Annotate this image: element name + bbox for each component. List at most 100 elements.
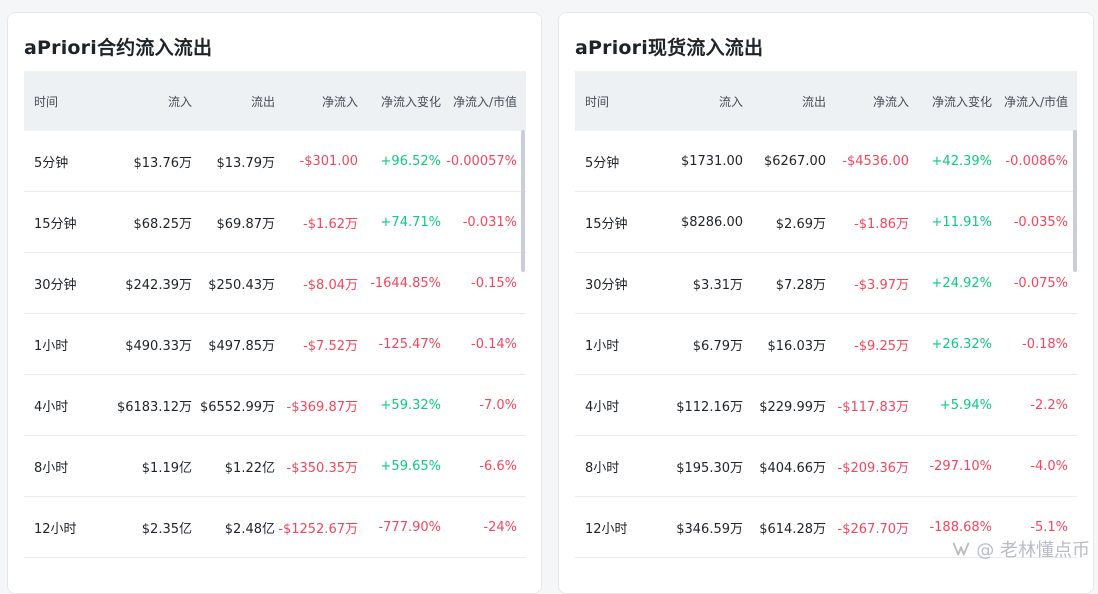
cell-time: 4小时 [585, 399, 620, 415]
table-row[interactable]: 30分钟 $242.39万 $250.43万 -$8.04万 -1644.85% -0.1… [24, 253, 526, 314]
cell-net-inflow-mcap: -5.1% [1030, 519, 1068, 535]
cell-time: 5分钟 [34, 155, 69, 171]
header-inflow[interactable]: 流入 [659, 93, 743, 110]
cell-net-inflow-mcap: -0.14% [471, 336, 517, 352]
cell-net-inflow-change: -188.68% [929, 519, 992, 535]
cell-outflow: $497.85万 [208, 338, 275, 354]
cell-net-inflow-change: +59.65% [380, 458, 441, 474]
table-row[interactable]: 4小时 $112.16万 $229.99万 -$117.83万 +5.94% -2.2% [575, 375, 1077, 436]
table-row[interactable]: 15分钟 $8286.00 $2.69万 -$1.86万 +11.91% -0.035% [575, 192, 1077, 253]
table-row[interactable]: 4小时 $6183.12万 $6552.99万 -$369.87万 +59.32% -7.… [24, 375, 526, 436]
header-time[interactable]: 时间 [575, 93, 659, 110]
cell-time: 30分钟 [34, 277, 77, 293]
table-body: 5分钟 $1731.00 $6267.00 -$4536.00 +42.39% -0.00… [575, 131, 1077, 558]
cell-outflow: $404.66万 [759, 460, 826, 476]
cell-net-inflow-change: -1644.85% [370, 275, 441, 291]
spot-flow-title: aPriori现货流入流出 [575, 37, 764, 59]
cell-inflow: $195.30万 [676, 460, 743, 476]
cell-outflow: $2.69万 [775, 216, 826, 232]
cell-outflow: $69.87万 [216, 216, 276, 232]
cell-net-inflow-change: -777.90% [378, 519, 441, 535]
cell-net-inflow-change: -125.47% [378, 336, 441, 352]
contract-flow-table: 时间 流入 流出 净流入 净流入变化 净流入/市值 5分钟 $13.76万 $13.… [24, 71, 526, 558]
cell-net-inflow: -$209.36万 [837, 460, 909, 476]
table-body: 5分钟 $13.76万 $13.79万 -$301.00 +96.52% -0.00057… [24, 131, 526, 558]
table-row[interactable]: 15分钟 $68.25万 $69.87万 -$1.62万 +74.71% -0.031% [24, 192, 526, 253]
cell-inflow: $346.59万 [676, 521, 743, 537]
header-time[interactable]: 时间 [24, 93, 108, 110]
table-row[interactable]: 30分钟 $3.31万 $7.28万 -$3.97万 +24.92% -0.075% [575, 253, 1077, 314]
cell-inflow: $112.16万 [676, 399, 743, 415]
header-net-inflow-mcap[interactable]: 净流入/市值 [992, 93, 1077, 110]
cell-net-inflow-mcap: -0.075% [1013, 275, 1068, 291]
header-outflow[interactable]: 流出 [743, 93, 826, 110]
table-row[interactable]: 8小时 $1.19亿 $1.22亿 -$350.35万 +59.65% -6.6% [24, 436, 526, 497]
cell-net-inflow: -$301.00 [299, 153, 358, 169]
spot-flow-card: aPriori现货流入流出 时间 流入 流出 净流入 净流入变化 净流入/市值 … [558, 12, 1094, 594]
cell-inflow: $68.25万 [133, 216, 193, 232]
cell-inflow: $242.39万 [125, 277, 192, 293]
cell-net-inflow-mcap: -0.18% [1022, 336, 1068, 352]
table-row[interactable]: 8小时 $195.30万 $404.66万 -$209.36万 -297.10% -4.0… [575, 436, 1077, 497]
table-row[interactable]: 5分钟 $13.76万 $13.79万 -$301.00 +96.52% -0.00057… [24, 131, 526, 192]
table-row[interactable]: 1小时 $6.79万 $16.03万 -$9.25万 +26.32% -0.18% [575, 314, 1077, 375]
header-net-inflow-mcap[interactable]: 净流入/市值 [441, 93, 526, 110]
cell-time: 15分钟 [585, 216, 628, 232]
table-row[interactable]: 5分钟 $1731.00 $6267.00 -$4536.00 +42.39% -0.00… [575, 131, 1077, 192]
watermark-text: @ 老林懂点币 [976, 540, 1090, 561]
cell-time: 12小时 [34, 521, 77, 537]
cell-net-inflow: -$8.04万 [303, 277, 358, 293]
cell-inflow: $3.31万 [692, 277, 743, 293]
table-row[interactable]: 1小时 $490.33万 $497.85万 -$7.52万 -125.47% -0.14% [24, 314, 526, 375]
cell-net-inflow-change: +74.71% [380, 214, 441, 230]
cell-net-inflow-mcap: -0.15% [471, 275, 517, 291]
wechat-channels-icon [953, 542, 970, 556]
cell-net-inflow: -$3.97万 [854, 277, 909, 293]
table-scrollbar[interactable] [1073, 130, 1077, 272]
cell-net-inflow-change: +5.94% [939, 397, 992, 413]
cell-outflow: $7.28万 [775, 277, 826, 293]
cell-time: 15分钟 [34, 216, 77, 232]
table-header: 时间 流入 流出 净流入 净流入变化 净流入/市值 [24, 71, 526, 131]
cell-net-inflow-mcap: -7.0% [479, 397, 517, 413]
spot-flow-table: 时间 流入 流出 净流入 净流入变化 净流入/市值 5分钟 $1731.00 $62… [575, 71, 1077, 558]
cell-net-inflow: -$7.52万 [303, 338, 358, 354]
cell-inflow: $1.19亿 [141, 460, 192, 476]
cell-inflow: $13.76万 [133, 155, 193, 171]
header-net-inflow-change[interactable]: 净流入变化 [358, 93, 441, 110]
cell-net-inflow-mcap: -6.6% [479, 458, 517, 474]
cell-inflow: $8286.00 [680, 214, 743, 230]
cell-net-inflow: -$267.70万 [837, 521, 909, 537]
cell-outflow: $16.03万 [767, 338, 827, 354]
cell-net-inflow-change: +26.32% [931, 336, 992, 352]
cell-net-inflow: -$1.62万 [303, 216, 358, 232]
cell-net-inflow-change: +24.92% [931, 275, 992, 291]
cell-net-inflow: -$1252.67万 [278, 521, 358, 537]
header-net-inflow[interactable]: 净流入 [826, 93, 909, 110]
cell-net-inflow-change: +96.52% [380, 153, 441, 169]
cell-inflow: $490.33万 [125, 338, 192, 354]
table-row[interactable]: 12小时 $2.35亿 $2.48亿 -$1252.67万 -777.90% -24% [24, 497, 526, 558]
cell-time: 4小时 [34, 399, 69, 415]
header-net-inflow-change[interactable]: 净流入变化 [909, 93, 992, 110]
cell-net-inflow: -$9.25万 [854, 338, 909, 354]
cell-inflow: $6.79万 [692, 338, 743, 354]
cell-time: 1小时 [34, 338, 69, 354]
table-scrollbar[interactable] [521, 130, 525, 272]
watermark: @ 老林懂点币 [950, 536, 1090, 562]
cell-time: 1小时 [585, 338, 620, 354]
cell-time: 12小时 [585, 521, 628, 537]
cell-inflow: $1731.00 [680, 153, 743, 169]
header-inflow[interactable]: 流入 [108, 93, 192, 110]
cell-net-inflow: -$1.86万 [854, 216, 909, 232]
cell-outflow: $2.48亿 [224, 521, 275, 537]
cell-net-inflow-change: -297.10% [929, 458, 992, 474]
cell-net-inflow: -$4536.00 [842, 153, 909, 169]
header-net-inflow[interactable]: 净流入 [275, 93, 358, 110]
cell-outflow: $229.99万 [759, 399, 826, 415]
cell-outflow: $250.43万 [208, 277, 275, 293]
header-outflow[interactable]: 流出 [192, 93, 275, 110]
cell-net-inflow: -$117.83万 [837, 399, 909, 415]
cell-outflow: $6552.99万 [199, 399, 275, 415]
contract-flow-title: aPriori合约流入流出 [24, 37, 213, 59]
